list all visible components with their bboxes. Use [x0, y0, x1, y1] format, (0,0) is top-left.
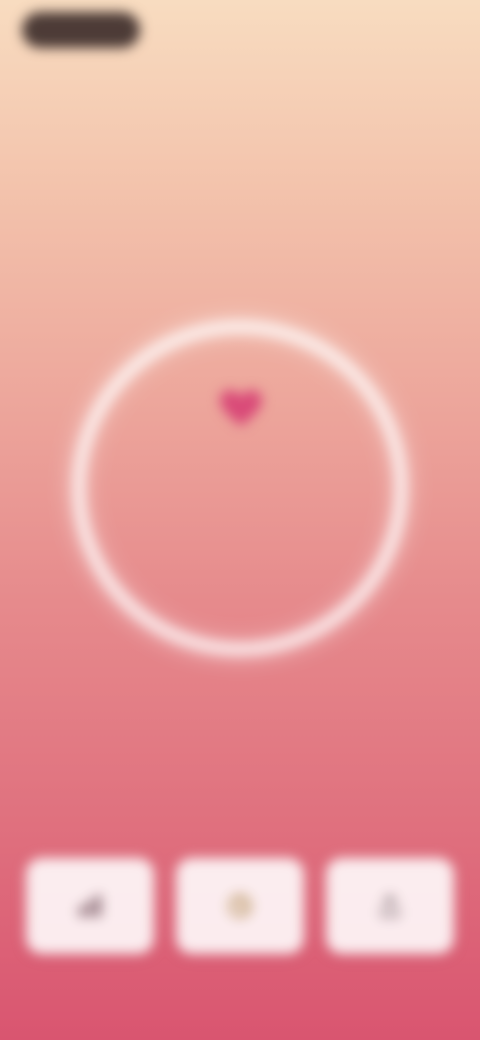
share-card-button[interactable]	[326, 858, 454, 954]
action-cards	[26, 858, 454, 954]
history-icon	[228, 894, 252, 918]
status-pill	[22, 12, 140, 48]
history-card-button[interactable]	[176, 858, 304, 954]
heart-rate-ring	[72, 320, 408, 656]
share-icon	[380, 893, 400, 918]
stats-card-button[interactable]	[26, 858, 154, 954]
app-screen	[0, 0, 480, 1040]
heart-icon	[218, 388, 264, 428]
stats-icon	[79, 895, 101, 917]
